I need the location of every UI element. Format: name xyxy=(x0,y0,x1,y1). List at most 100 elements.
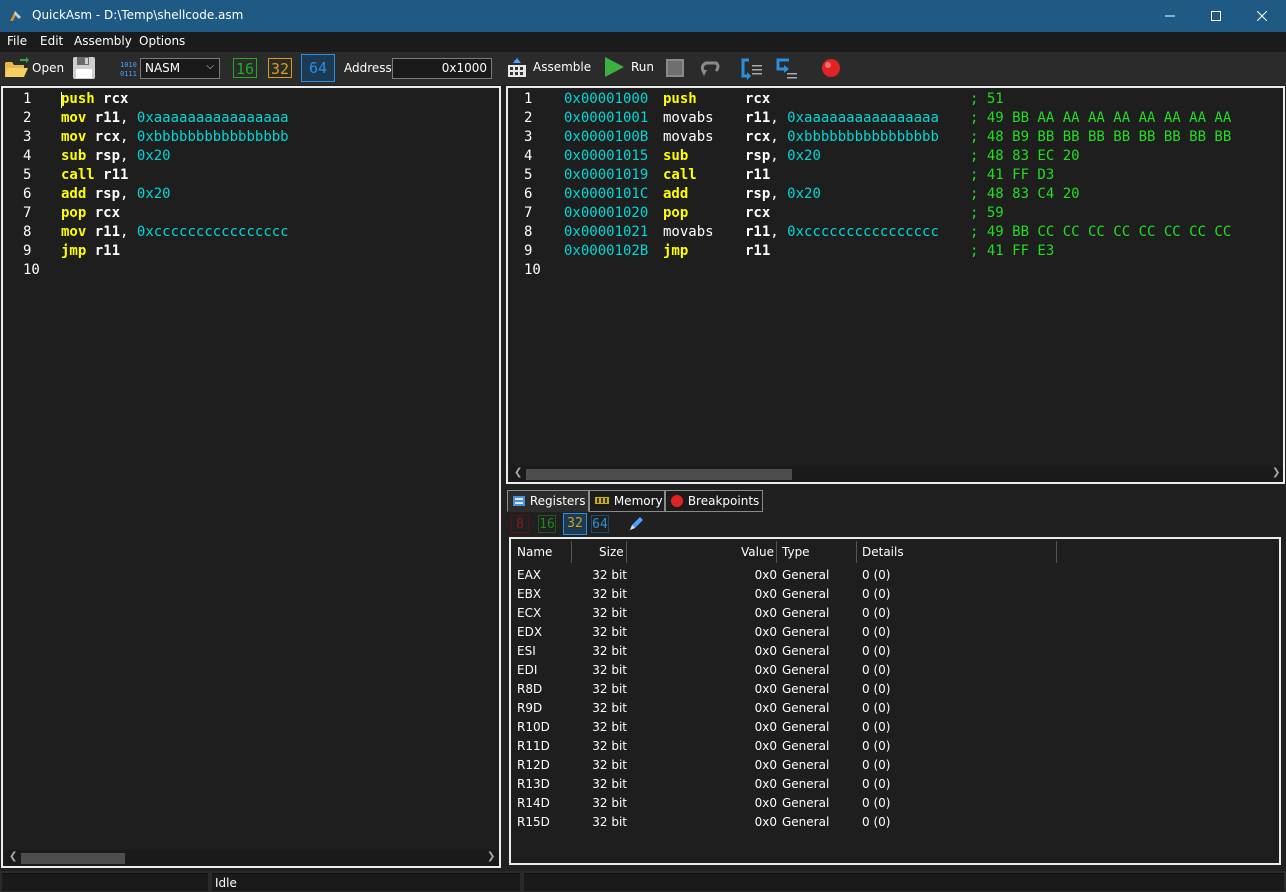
register-details: 0 (0) xyxy=(862,701,891,715)
status-section xyxy=(524,873,1284,891)
code-line[interactable]: jmp r11 xyxy=(61,242,120,261)
column-divider[interactable] xyxy=(626,541,627,563)
scroll-right-icon[interactable]: ❯ xyxy=(487,851,495,862)
disassembly-horizontal-scrollbar[interactable]: ❮ ❯ xyxy=(510,466,1283,482)
reg-bits-32-button[interactable]: 32 xyxy=(563,513,587,535)
menu-options[interactable]: Options xyxy=(139,34,185,48)
table-row[interactable]: R10D 32 bit 0x0 General 0 (0) xyxy=(511,719,1279,738)
open-label: Open xyxy=(32,61,65,75)
bits-64-button[interactable]: 64 xyxy=(301,54,335,82)
line-number: 9 xyxy=(524,243,533,259)
scroll-left-icon[interactable]: ❮ xyxy=(514,467,522,478)
disassembly-view[interactable]: 1 0x00001000 push rcx ; 51 2 0x00001001 movabs r… xyxy=(506,86,1285,484)
scroll-right-icon[interactable]: ❯ xyxy=(1272,467,1280,478)
menu-edit[interactable]: Edit xyxy=(40,34,63,48)
code-line[interactable]: pop rcx xyxy=(61,204,120,223)
instruction-mnemonic: add xyxy=(61,186,87,202)
register-value: 0x0 xyxy=(754,568,777,582)
editor-horizontal-scrollbar[interactable]: ❮ ❯ xyxy=(5,850,499,866)
table-row[interactable]: EBX 32 bit 0x0 General 0 (0) xyxy=(511,586,1279,605)
register-type: General xyxy=(782,682,830,696)
reg-bits-8-button[interactable]: 8 xyxy=(511,515,529,533)
tab-registers[interactable]: Registers xyxy=(507,490,589,512)
code-line[interactable]: push rcx xyxy=(61,90,128,109)
line-number: 3 xyxy=(524,129,533,145)
table-row[interactable]: R11D 32 bit 0x0 General 0 (0) xyxy=(511,738,1279,757)
column-header-value[interactable]: Value xyxy=(741,545,774,559)
register-name: EDI xyxy=(517,663,538,677)
table-row[interactable]: R13D 32 bit 0x0 General 0 (0) xyxy=(511,776,1279,795)
line-number: 10 xyxy=(23,262,40,278)
instruction-address: 0x00001000 xyxy=(564,91,649,107)
operand-separator: , xyxy=(770,224,788,240)
column-divider[interactable] xyxy=(856,541,857,563)
source-editor[interactable]: 1 push rcx 2 mov r11, 0xaaaaaaaaaaaaaaaa 3 mo… xyxy=(1,86,501,868)
table-row[interactable]: R8D 32 bit 0x0 General 0 (0) xyxy=(511,681,1279,700)
column-divider[interactable] xyxy=(1056,541,1057,563)
restart-icon[interactable] xyxy=(698,58,722,78)
table-row[interactable]: EDI 32 bit 0x0 General 0 (0) xyxy=(511,662,1279,681)
assemble-button[interactable]: Assemble xyxy=(506,56,591,80)
address-input[interactable]: 0x1000 xyxy=(392,58,492,79)
table-row[interactable]: EAX 32 bit 0x0 General 0 (0) xyxy=(511,567,1279,586)
register-name: R9D xyxy=(517,701,543,715)
instruction-address: 0x0000102B xyxy=(564,243,649,259)
table-row[interactable]: R9D 32 bit 0x0 General 0 (0) xyxy=(511,700,1279,719)
table-row[interactable]: ECX 32 bit 0x0 General 0 (0) xyxy=(511,605,1279,624)
register-details: 0 (0) xyxy=(862,568,891,582)
instruction-mnemonic: push xyxy=(61,91,95,107)
column-header-name[interactable]: Name xyxy=(517,545,552,559)
immediate-operand: 0xaaaaaaaaaaaaaaaa xyxy=(787,110,939,126)
tab-memory-label: Memory xyxy=(613,494,663,508)
column-header-details[interactable]: Details xyxy=(862,545,904,559)
column-header-size[interactable]: Size xyxy=(599,545,624,559)
instruction-mnemonic: sub xyxy=(61,148,87,164)
register-operand: rcx xyxy=(94,205,121,221)
menu-assembly[interactable]: Assembly xyxy=(74,34,132,48)
register-name: R12D xyxy=(517,758,550,772)
table-row[interactable]: R15D 32 bit 0x0 General 0 (0) xyxy=(511,814,1279,833)
minimize-button[interactable] xyxy=(1147,0,1193,32)
save-button[interactable] xyxy=(72,56,96,80)
register-type: General xyxy=(782,644,830,658)
column-divider[interactable] xyxy=(776,541,777,563)
table-row[interactable]: R14D 32 bit 0x0 General 0 (0) xyxy=(511,795,1279,814)
close-button[interactable] xyxy=(1239,0,1285,32)
breakpoint-icon[interactable] xyxy=(820,57,842,79)
scrollbar-thumb[interactable] xyxy=(526,469,792,480)
run-button[interactable]: Run xyxy=(603,56,655,80)
registers-icon xyxy=(513,496,525,506)
title-bar: QuickAsm - D:\Temp\shellcode.asm xyxy=(0,0,1286,32)
edit-pencil-icon[interactable] xyxy=(627,515,645,533)
tab-breakpoints[interactable]: Breakpoints xyxy=(665,490,763,512)
code-line[interactable]: mov r11, 0xaaaaaaaaaaaaaaaa xyxy=(61,109,289,128)
bits-32-button[interactable]: 32 xyxy=(268,58,292,78)
open-button[interactable]: Open xyxy=(4,57,66,81)
code-line[interactable]: add rsp, 0x20 xyxy=(61,185,171,204)
table-row[interactable]: ESI 32 bit 0x0 General 0 (0) xyxy=(511,643,1279,662)
line-number: 7 xyxy=(23,205,32,221)
syntax-select[interactable]: NASM ⌵ xyxy=(140,58,220,79)
table-row[interactable]: R12D 32 bit 0x0 General 0 (0) xyxy=(511,757,1279,776)
reg-bits-64-button[interactable]: 64 xyxy=(591,515,609,533)
maximize-button[interactable] xyxy=(1193,0,1239,32)
stop-icon[interactable] xyxy=(665,58,685,78)
step-over-icon[interactable] xyxy=(775,57,799,81)
column-header-type[interactable]: Type xyxy=(782,545,810,559)
scroll-left-icon[interactable]: ❮ xyxy=(9,851,17,862)
menu-file[interactable]: File xyxy=(7,34,27,48)
code-line[interactable]: sub rsp, 0x20 xyxy=(61,147,171,166)
table-row[interactable]: EDX 32 bit 0x0 General 0 (0) xyxy=(511,624,1279,643)
bits-16-button[interactable]: 16 xyxy=(233,58,257,78)
line-number: 1 xyxy=(23,91,32,107)
scrollbar-thumb[interactable] xyxy=(21,853,125,864)
tab-breakpoints-label: Breakpoints xyxy=(687,494,760,508)
column-divider[interactable] xyxy=(571,541,572,563)
tab-memory[interactable]: Memory xyxy=(589,490,665,512)
code-line[interactable]: mov r11, 0xcccccccccccccccc xyxy=(61,223,289,242)
code-line[interactable]: call r11 xyxy=(61,166,128,185)
reg-bits-16-button[interactable]: 16 xyxy=(538,515,556,533)
register-size: 32 bit xyxy=(592,606,627,620)
code-line[interactable]: mov rcx, 0xbbbbbbbbbbbbbbbb xyxy=(61,128,289,147)
step-into-icon[interactable] xyxy=(740,57,764,81)
